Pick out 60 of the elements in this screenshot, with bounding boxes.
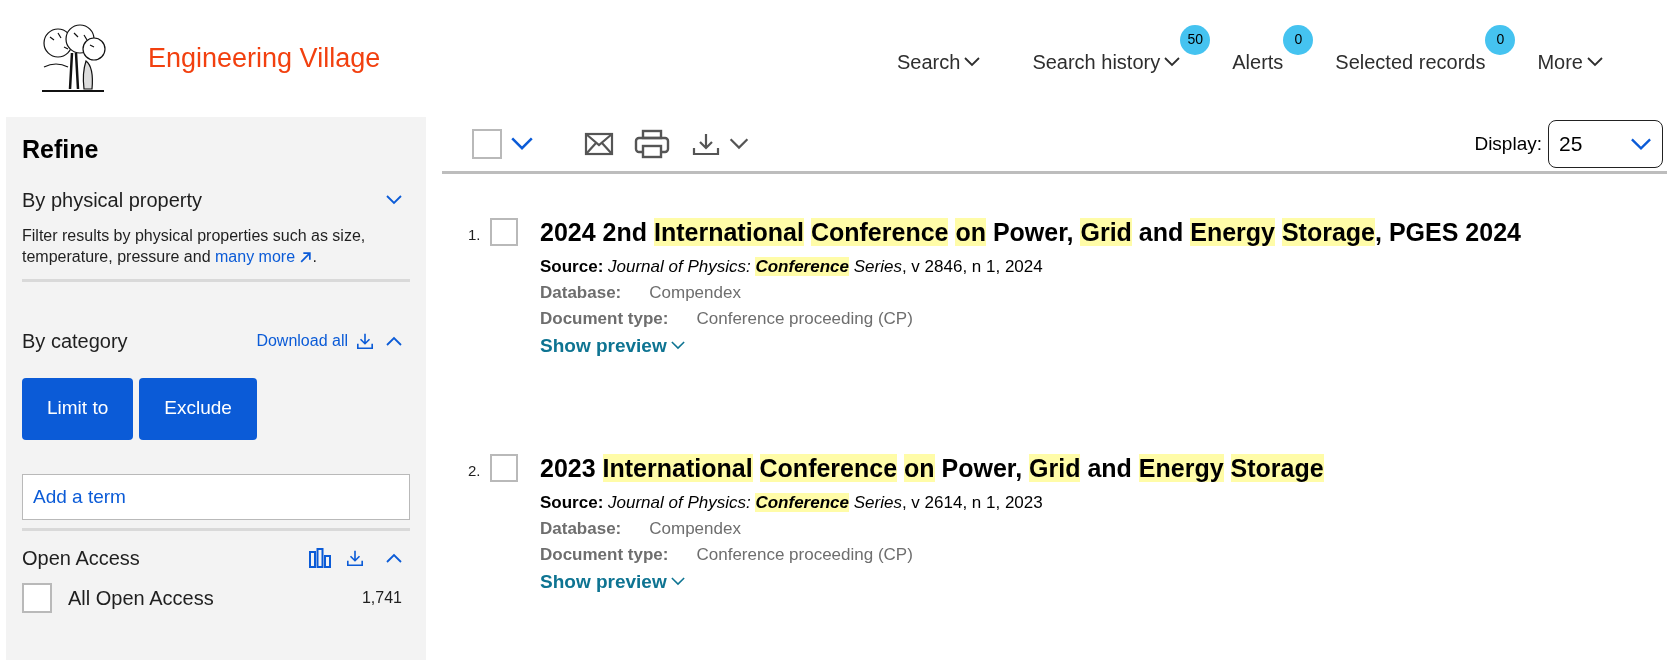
source-line: Source: Journal of Physics: Conference Series, v 2846, n 1, 2024 [540,256,1044,278]
caret-icon[interactable] [964,56,981,67]
display-select[interactable]: 25 [1548,120,1663,168]
field-label: Database: [540,517,622,540]
caret-icon[interactable] [1587,56,1603,67]
field-label: Database: [540,281,622,304]
nav-link[interactable]: Selected records [1335,46,1486,77]
field-label: Document type: [540,307,669,330]
checkbox[interactable] [22,582,52,613]
chevron-up-icon[interactable] [386,335,402,346]
result-number: 1. [468,225,482,245]
print-icon[interactable] [634,129,670,159]
option-count: 1,741 [361,587,402,608]
filter-button[interactable]: Exclude [139,377,257,440]
field-value: Compendex [649,517,741,540]
caret-icon[interactable] [1164,56,1181,67]
email-icon[interactable] [584,132,614,156]
nav-link[interactable]: More [1537,46,1603,77]
download-icon[interactable] [356,331,374,350]
count-badge: 50 [1180,24,1211,55]
result-checkbox[interactable] [490,454,518,482]
display-label: Display: [1474,131,1542,156]
download-icon[interactable] [346,548,364,567]
external-link-icon[interactable] [299,250,313,264]
count-badge: 0 [1485,24,1516,55]
chevron-up-icon[interactable] [386,552,402,563]
nav-link[interactable]: Search history [1032,46,1181,77]
chevron-down-icon[interactable] [386,194,402,205]
panel-title: Refine [22,134,100,165]
result-title[interactable]: 2023 International Conference on Power, Grid and Energy Storage [540,450,1324,486]
bar-chart-icon[interactable] [308,547,332,568]
download-icon[interactable] [692,132,720,156]
result-number: 2. [468,461,482,481]
nav-link[interactable]: Search [897,46,981,77]
field-value: Compendex [649,281,741,304]
field-label: Document type: [540,543,669,566]
result-checkbox[interactable] [490,218,518,246]
field-value: Conference proceeding (CP) [696,543,913,566]
source-line: Source: Journal of Physics: Conference Series, v 2614, n 1, 2023 [540,492,1044,514]
result-title[interactable]: 2024 2nd International Conference on Power, Grid and Energy Storage, PGES 2024 [540,214,1521,250]
term-input-field[interactable]: Add a term [22,473,410,520]
caret-icon[interactable] [728,138,750,150]
filter-description: Filter results by physical properties such as size, temperature, pressure and many more . [22,224,410,282]
many-more-link[interactable]: many more [215,247,296,265]
count-badge: 0 [1283,24,1314,55]
section-title[interactable]: Open Access [22,542,140,573]
show-preview-link[interactable]: Show preview [540,567,685,596]
show-preview-link[interactable]: Show preview [540,331,685,360]
caret-icon[interactable] [510,137,534,151]
option-label[interactable]: All Open Access [68,582,214,613]
download-all-link[interactable]: Download all [256,328,348,353]
section-title[interactable]: By physical property [22,184,203,215]
period-text: . [312,247,317,265]
site-title[interactable]: Engineering Village [148,38,381,79]
select-all-checkbox[interactable] [472,129,502,159]
field-value: Conference proceeding (CP) [696,307,913,330]
section-title[interactable]: By category [22,325,128,356]
nav-link[interactable]: Alerts [1232,46,1284,77]
caret-icon[interactable] [1630,137,1652,151]
filter-button[interactable]: Limit to [22,377,134,440]
